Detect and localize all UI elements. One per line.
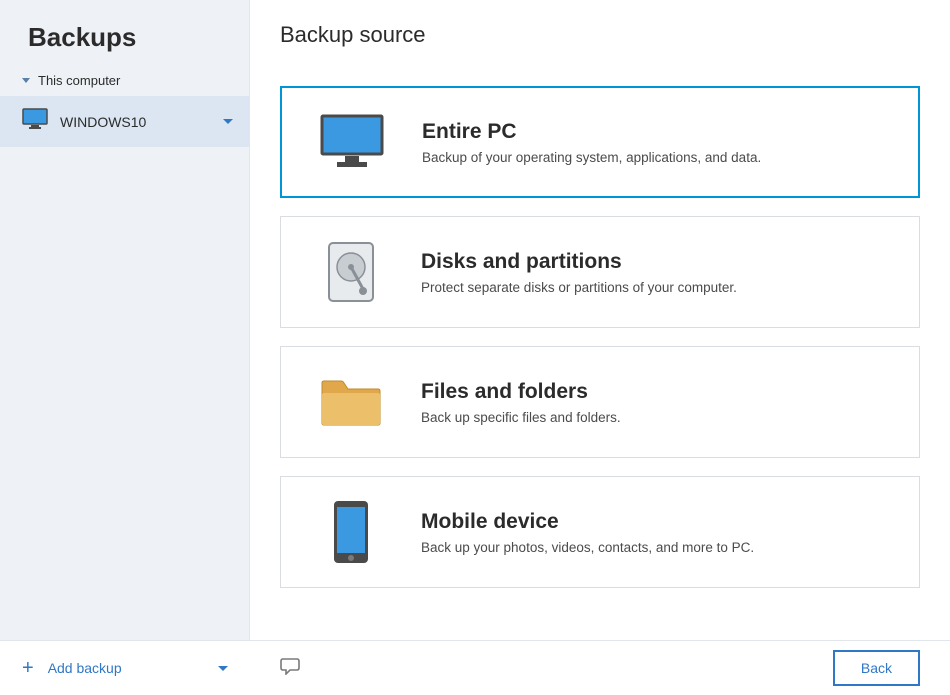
hard-drive-icon: [311, 241, 391, 303]
chevron-down-icon[interactable]: [218, 666, 228, 671]
main-content: Backup source Entire PC Backup of your o…: [250, 0, 950, 640]
option-title: Files and folders: [421, 380, 889, 404]
option-entire-pc[interactable]: Entire PC Backup of your operating syste…: [280, 86, 920, 198]
sidebar-title: Backups: [0, 0, 249, 65]
sidebar-item-label: WINDOWS10: [60, 114, 223, 130]
option-desc: Backup of your operating system, applica…: [422, 150, 888, 165]
option-desc: Protect separate disks or partitions of …: [421, 280, 889, 295]
sidebar-item-windows10[interactable]: WINDOWS10: [0, 96, 249, 147]
option-title: Disks and partitions: [421, 250, 889, 274]
mobile-icon: [311, 499, 391, 565]
monitor-icon: [22, 108, 48, 135]
option-title: Entire PC: [422, 120, 888, 144]
option-disks-partitions[interactable]: Disks and partitions Protect separate di…: [280, 216, 920, 328]
chevron-down-icon[interactable]: [223, 119, 233, 124]
add-backup-button[interactable]: + Add backup: [22, 657, 122, 680]
folder-icon: [311, 377, 391, 427]
add-backup-label: Add backup: [48, 660, 122, 676]
footer: + Add backup Back: [0, 640, 950, 695]
option-mobile-device[interactable]: Mobile device Back up your photos, video…: [280, 476, 920, 588]
page-title: Backup source: [280, 22, 920, 48]
tree-header-label: This computer: [38, 73, 120, 88]
caret-down-icon: [22, 78, 30, 83]
tree-header-this-computer[interactable]: This computer: [0, 65, 249, 96]
chat-icon[interactable]: [280, 657, 300, 680]
option-desc: Back up specific files and folders.: [421, 410, 889, 425]
option-desc: Back up your photos, videos, contacts, a…: [421, 540, 889, 555]
back-button[interactable]: Back: [833, 650, 920, 686]
monitor-icon: [312, 113, 392, 171]
plus-icon: +: [22, 657, 34, 680]
sidebar: Backups This computer WINDOWS10: [0, 0, 250, 640]
option-title: Mobile device: [421, 510, 889, 534]
option-files-folders[interactable]: Files and folders Back up specific files…: [280, 346, 920, 458]
